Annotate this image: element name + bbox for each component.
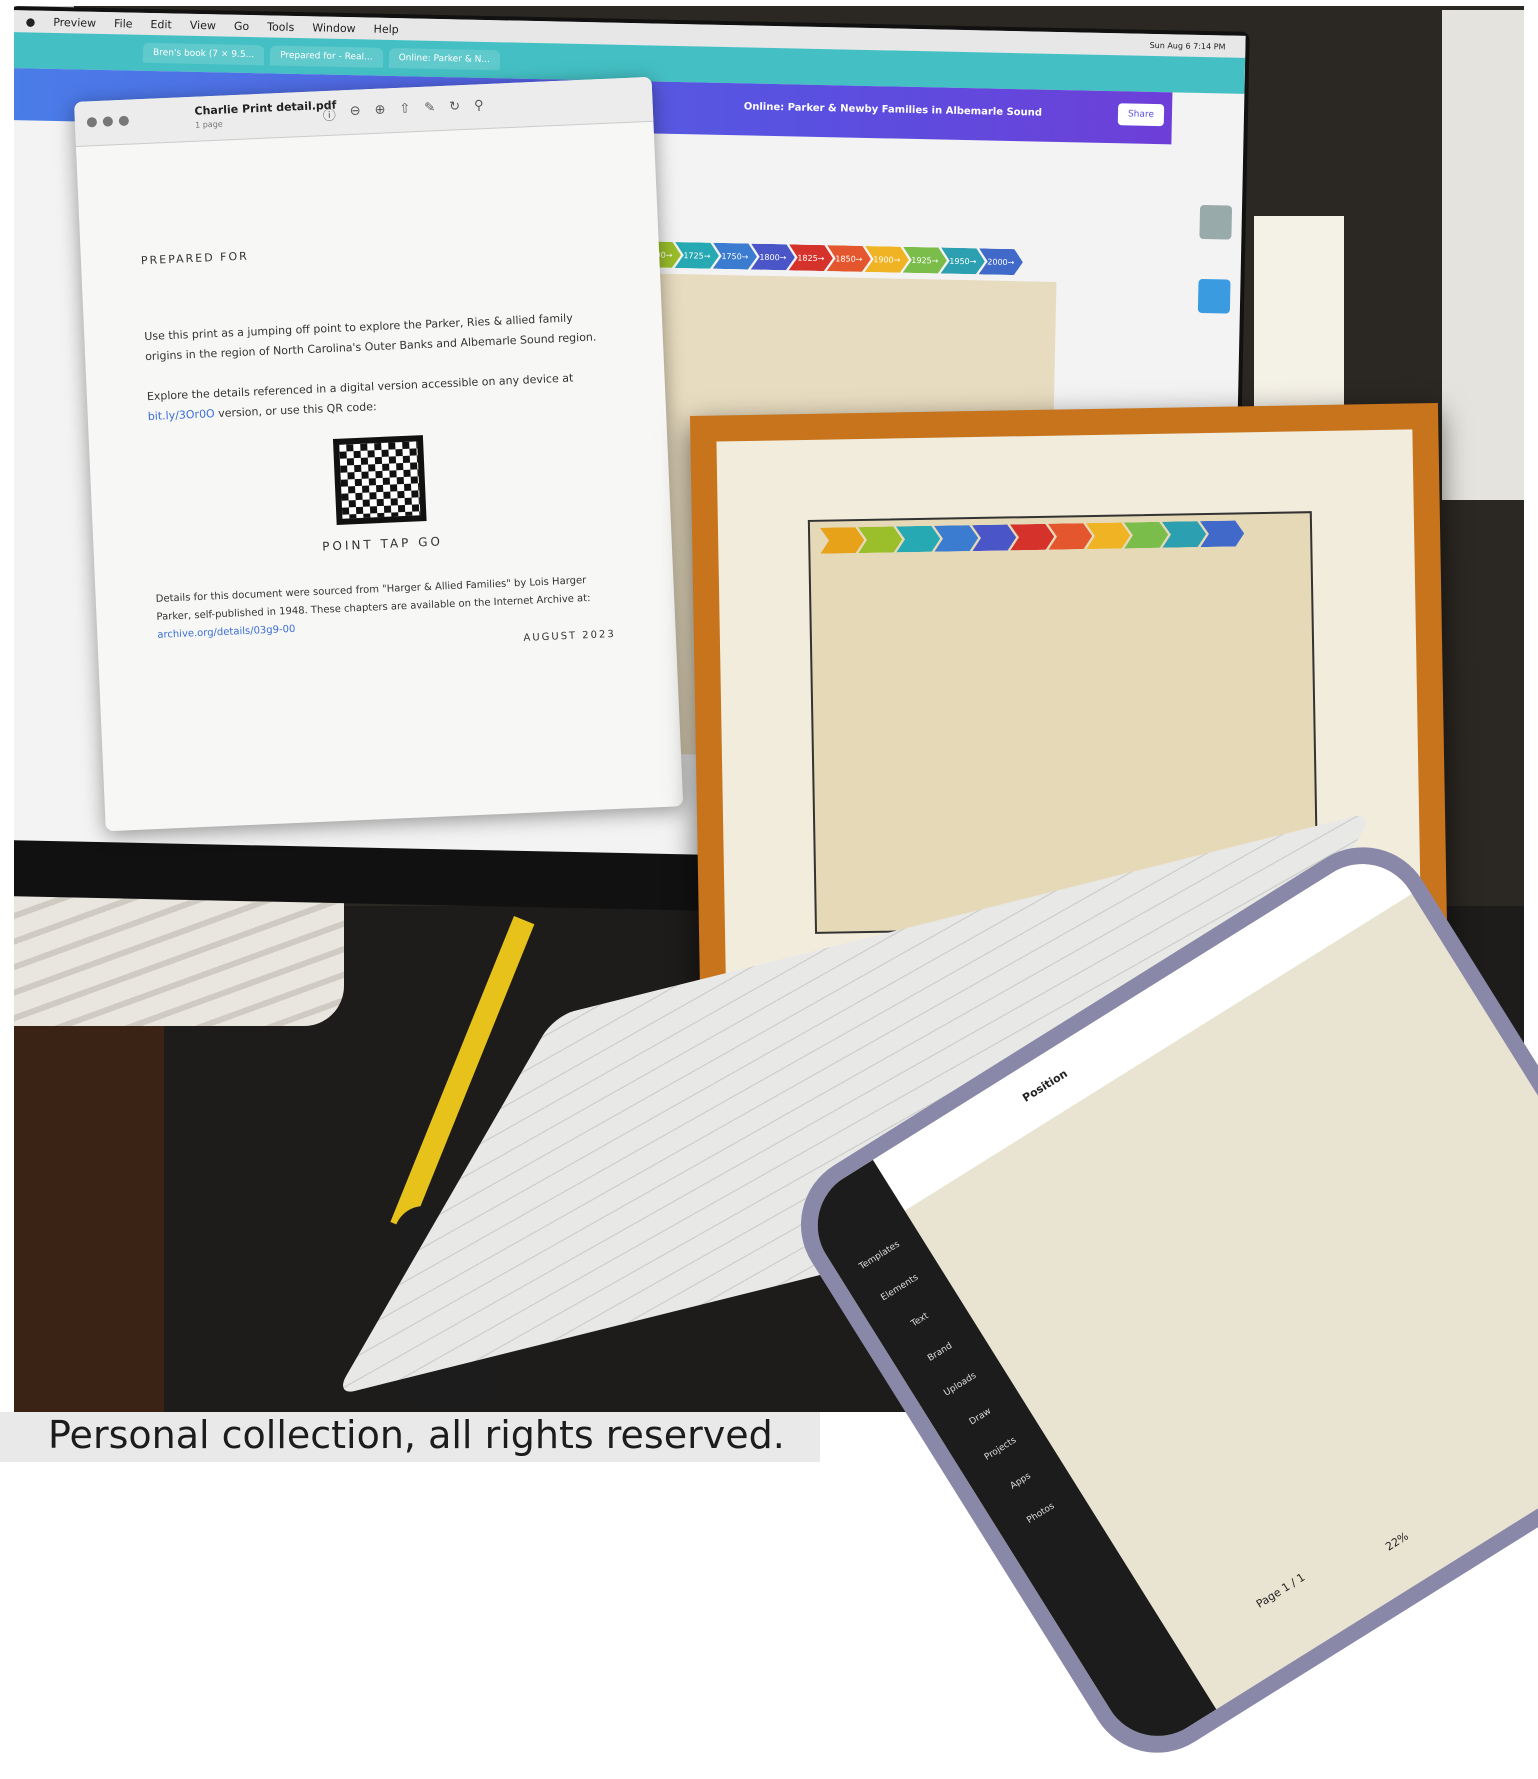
pdf-page: PREPARED FOR Use this print as a jumping…	[81, 232, 676, 663]
timeline-chevron	[1010, 524, 1054, 551]
qr-code	[332, 435, 427, 525]
timeline-chevron	[858, 526, 902, 553]
timeline-chevron: 1800→	[751, 244, 796, 271]
share-icon[interactable]: ⇧	[399, 101, 411, 120]
menu-window[interactable]: Window	[312, 21, 356, 35]
menu-go[interactable]: Go	[234, 19, 250, 32]
timeline-chevron: 1850→	[827, 245, 872, 272]
info-icon[interactable]: ⓘ	[322, 105, 337, 125]
menu-preview[interactable]: Preview	[53, 15, 96, 29]
explore-text: Explore the details referenced in a digi…	[146, 371, 574, 404]
explore-text-after: version, or use this QR code:	[217, 400, 377, 421]
handwritten-notes	[1254, 216, 1344, 416]
timeline-chevron: 1900→	[865, 246, 910, 273]
sources-text: Details for this document were sourced f…	[155, 575, 591, 623]
timeline-chevron: 1750→	[713, 243, 758, 270]
preview-pdf-window: Charlie Print detail.pdf 1 page ⓘ ⊖ ⊕ ⇧ …	[74, 76, 684, 832]
pdf-tools: ⓘ ⊖ ⊕ ⇧ ✎ ↻ ⚲	[322, 98, 484, 124]
pdf-title: Charlie Print detail.pdf	[194, 98, 337, 118]
photo-caption: Personal collection, all rights reserved…	[48, 1413, 785, 1457]
page-indicator: Page 1 / 1	[1253, 1570, 1308, 1611]
timeline-chevron	[1124, 522, 1168, 549]
timeline-chevron: 1825→	[789, 244, 834, 271]
timeline-chevron	[820, 527, 864, 554]
canva-mobile-sidebar: Templates Elements Text Brand Uploads Draw Pro…	[796, 1159, 1217, 1758]
timeline-chevron: 1950→	[941, 248, 986, 275]
archive-link[interactable]: archive.org/details/03g9-00	[157, 624, 295, 641]
second-monitor-edge	[1442, 10, 1524, 500]
folder-icon[interactable]	[1197, 278, 1231, 314]
intro-paragraph: Use this print as a jumping off point to…	[144, 311, 597, 364]
browser-tab-active[interactable]: Online: Parker & N...	[388, 47, 501, 71]
drive-icon[interactable]	[1199, 204, 1233, 240]
browser-tab[interactable]: Prepared for - Real...	[269, 45, 383, 68]
markup-icon[interactable]: ✎	[424, 100, 436, 119]
leather-desk-pad	[14, 1006, 164, 1412]
menu-help[interactable]: Help	[374, 22, 399, 36]
timeline-chevron	[972, 524, 1016, 551]
timeline-bar: 1650→1700→1725→1750→1800→1825→1850→1900→…	[599, 240, 1017, 275]
pdf-page-count: 1 page	[194, 119, 223, 130]
menu-view[interactable]: View	[190, 18, 216, 32]
timeline-chevron	[1048, 523, 1092, 550]
point-tap-go: POINT TAP GO	[321, 534, 444, 554]
zoom-level[interactable]: 22%	[1383, 1530, 1411, 1554]
search-icon[interactable]: ⚲	[474, 98, 484, 117]
position-button[interactable]: Position	[1020, 1067, 1070, 1105]
timeline-chevron: 1925→	[903, 247, 948, 274]
timeline-chevron: 1725→	[675, 242, 720, 269]
timeline-chevron: 2000→	[979, 248, 1024, 275]
timeline-chevron	[1086, 522, 1130, 549]
print-timeline-bar	[820, 520, 1238, 553]
prepared-for-heading: PREPARED FOR	[140, 249, 250, 268]
share-button[interactable]: Share	[1117, 103, 1165, 127]
zoom-out-icon[interactable]: ⊖	[349, 104, 361, 123]
menu-edit[interactable]: Edit	[150, 17, 172, 30]
bitly-link[interactable]: bit.ly/3Or0O	[148, 407, 215, 423]
timeline-chevron	[934, 525, 978, 552]
menu-file[interactable]: File	[114, 17, 133, 30]
menu-tools[interactable]: Tools	[267, 20, 294, 34]
apple-icon[interactable]: ●	[26, 15, 36, 28]
timeline-chevron	[896, 526, 940, 553]
timeline-chevron	[1162, 521, 1206, 548]
menubar-clock: Sun Aug 6 7:14 PM	[1149, 40, 1226, 51]
phone-sidebar-item[interactable]: Photos	[1000, 1485, 1082, 1541]
window-controls[interactable]	[86, 115, 130, 128]
timeline-chevron	[1200, 520, 1244, 547]
rotate-icon[interactable]: ↻	[449, 99, 461, 118]
browser-tab[interactable]: Bren's book (7 × 9.5...	[142, 42, 265, 66]
explore-paragraph: Explore the details referenced in a digi…	[147, 367, 606, 427]
zoom-in-icon[interactable]: ⊕	[374, 102, 386, 121]
canva-document-title: Online: Parker & Newby Families in Albem…	[743, 101, 1043, 119]
